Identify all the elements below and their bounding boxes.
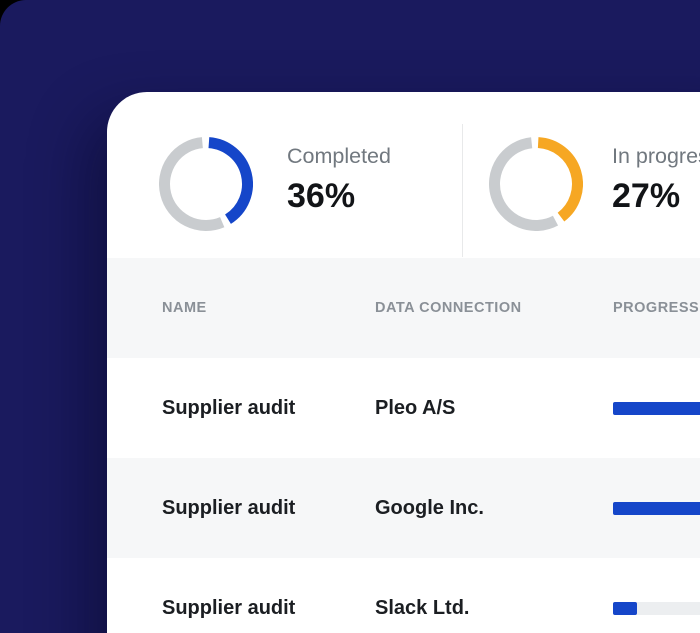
audit-name: Supplier audit <box>162 396 296 419</box>
data-connection: Google Inc. <box>375 496 484 519</box>
progress-bar-fill <box>613 501 700 515</box>
data-connection: Pleo A/S <box>375 396 456 419</box>
in-progress-donut-chart <box>489 137 583 231</box>
progress-bar-fill <box>613 601 637 615</box>
table-row[interactable]: Supplier audit Slack Ltd. <box>107 558 700 633</box>
stat-in-progress-text: In progress 27% <box>612 144 700 215</box>
progress-bar-fill <box>613 401 700 415</box>
audit-name: Supplier audit <box>162 596 296 619</box>
stats-strip: Completed 36% In progress 27% <box>107 92 700 258</box>
progress-cell <box>613 601 700 615</box>
column-header-name: NAME <box>162 300 207 316</box>
table-row[interactable]: Supplier audit Google Inc. <box>107 458 700 558</box>
progress-bar <box>613 401 700 415</box>
progress-cell <box>613 401 700 415</box>
progress-bar <box>613 601 700 615</box>
stat-completed-value: 36% <box>287 177 356 215</box>
column-header-data-connection: DATA CONNECTION <box>375 300 522 316</box>
stats-divider <box>462 124 463 257</box>
column-header-progress: PROGRESS <box>613 300 700 316</box>
stat-completed-text: Completed 36% <box>287 144 391 215</box>
screenshot-viewport: Completed 36% In progress 27% NAME DATA … <box>0 0 700 633</box>
progress-cell <box>613 501 700 515</box>
stat-in-progress-label: In progress <box>612 144 700 168</box>
table-row[interactable]: Supplier audit Pleo A/S <box>107 358 700 458</box>
completed-donut-chart <box>159 137 253 231</box>
stat-in-progress-value: 27% <box>612 177 681 215</box>
dashboard-card: Completed 36% In progress 27% NAME DATA … <box>107 92 700 633</box>
audits-table: NAME DATA CONNECTION PROGRESS Supplier a… <box>107 258 700 633</box>
progress-bar <box>613 501 700 515</box>
data-connection: Slack Ltd. <box>375 596 470 619</box>
stat-completed-label: Completed <box>287 144 391 168</box>
audit-name: Supplier audit <box>162 496 296 519</box>
table-header-row: NAME DATA CONNECTION PROGRESS <box>107 258 700 358</box>
